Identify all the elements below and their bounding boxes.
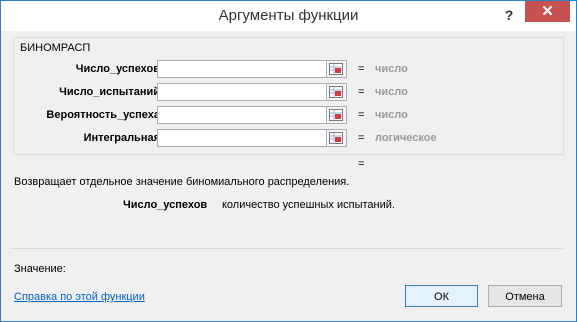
dialog-title: Аргументы функции: [218, 7, 359, 24]
arg-label: Число_испытаний: [59, 86, 160, 98]
arguments-group: БИНОМРАСП Число_успехов = число Число_ис…: [13, 37, 564, 155]
value-label: Значение:: [14, 263, 66, 275]
help-button[interactable]: ?: [498, 6, 520, 24]
arg-equals: =: [358, 109, 365, 121]
arg-equals: =: [358, 63, 365, 75]
arg-help-text: количество успешных испытаний.: [222, 199, 395, 211]
arg-equals: =: [358, 132, 365, 144]
ok-button[interactable]: ОК: [405, 285, 478, 307]
separator: [10, 248, 563, 249]
collapse-dialog-icon[interactable]: [327, 60, 347, 78]
collapse-dialog-icon[interactable]: [327, 106, 347, 124]
arg-label: Вероятность_успеха: [46, 109, 160, 121]
arg-row-cumulative: Интегральная = логическое: [14, 129, 563, 149]
close-button[interactable]: ✕: [525, 1, 570, 22]
arg-input-probability[interactable]: [157, 106, 327, 124]
function-arguments-dialog: Аргументы функции ? ✕ БИНОМРАСП Число_ус…: [0, 0, 577, 322]
arg-input-trials[interactable]: [157, 83, 327, 101]
arg-help-name: Число_успехов: [123, 199, 208, 211]
arg-hint: число: [375, 63, 408, 75]
arg-hint: число: [375, 109, 408, 121]
arg-label: Число_успехов: [75, 63, 160, 75]
arg-equals: =: [358, 86, 365, 98]
result-equals: =: [358, 158, 365, 170]
arg-row-trials: Число_испытаний = число: [14, 83, 563, 103]
collapse-dialog-icon[interactable]: [327, 83, 347, 101]
arg-row-successes: Число_успехов = число: [14, 60, 563, 80]
function-name: БИНОМРАСП: [20, 42, 91, 54]
function-description: Возвращает отдельное значение биномиальн…: [14, 176, 350, 188]
arg-hint: логическое: [375, 132, 437, 144]
arg-label: Интегральная: [83, 132, 160, 144]
collapse-dialog-icon[interactable]: [327, 129, 347, 147]
cancel-button[interactable]: Отмена: [488, 285, 562, 307]
function-help-link[interactable]: Справка по этой функции: [14, 291, 145, 303]
arg-hint: число: [375, 86, 408, 98]
title-bar[interactable]: Аргументы функции ? ✕: [1, 1, 576, 31]
arg-input-cumulative[interactable]: [157, 129, 327, 147]
arg-input-successes[interactable]: [157, 60, 327, 78]
arg-row-probability: Вероятность_успеха = число: [14, 106, 563, 126]
